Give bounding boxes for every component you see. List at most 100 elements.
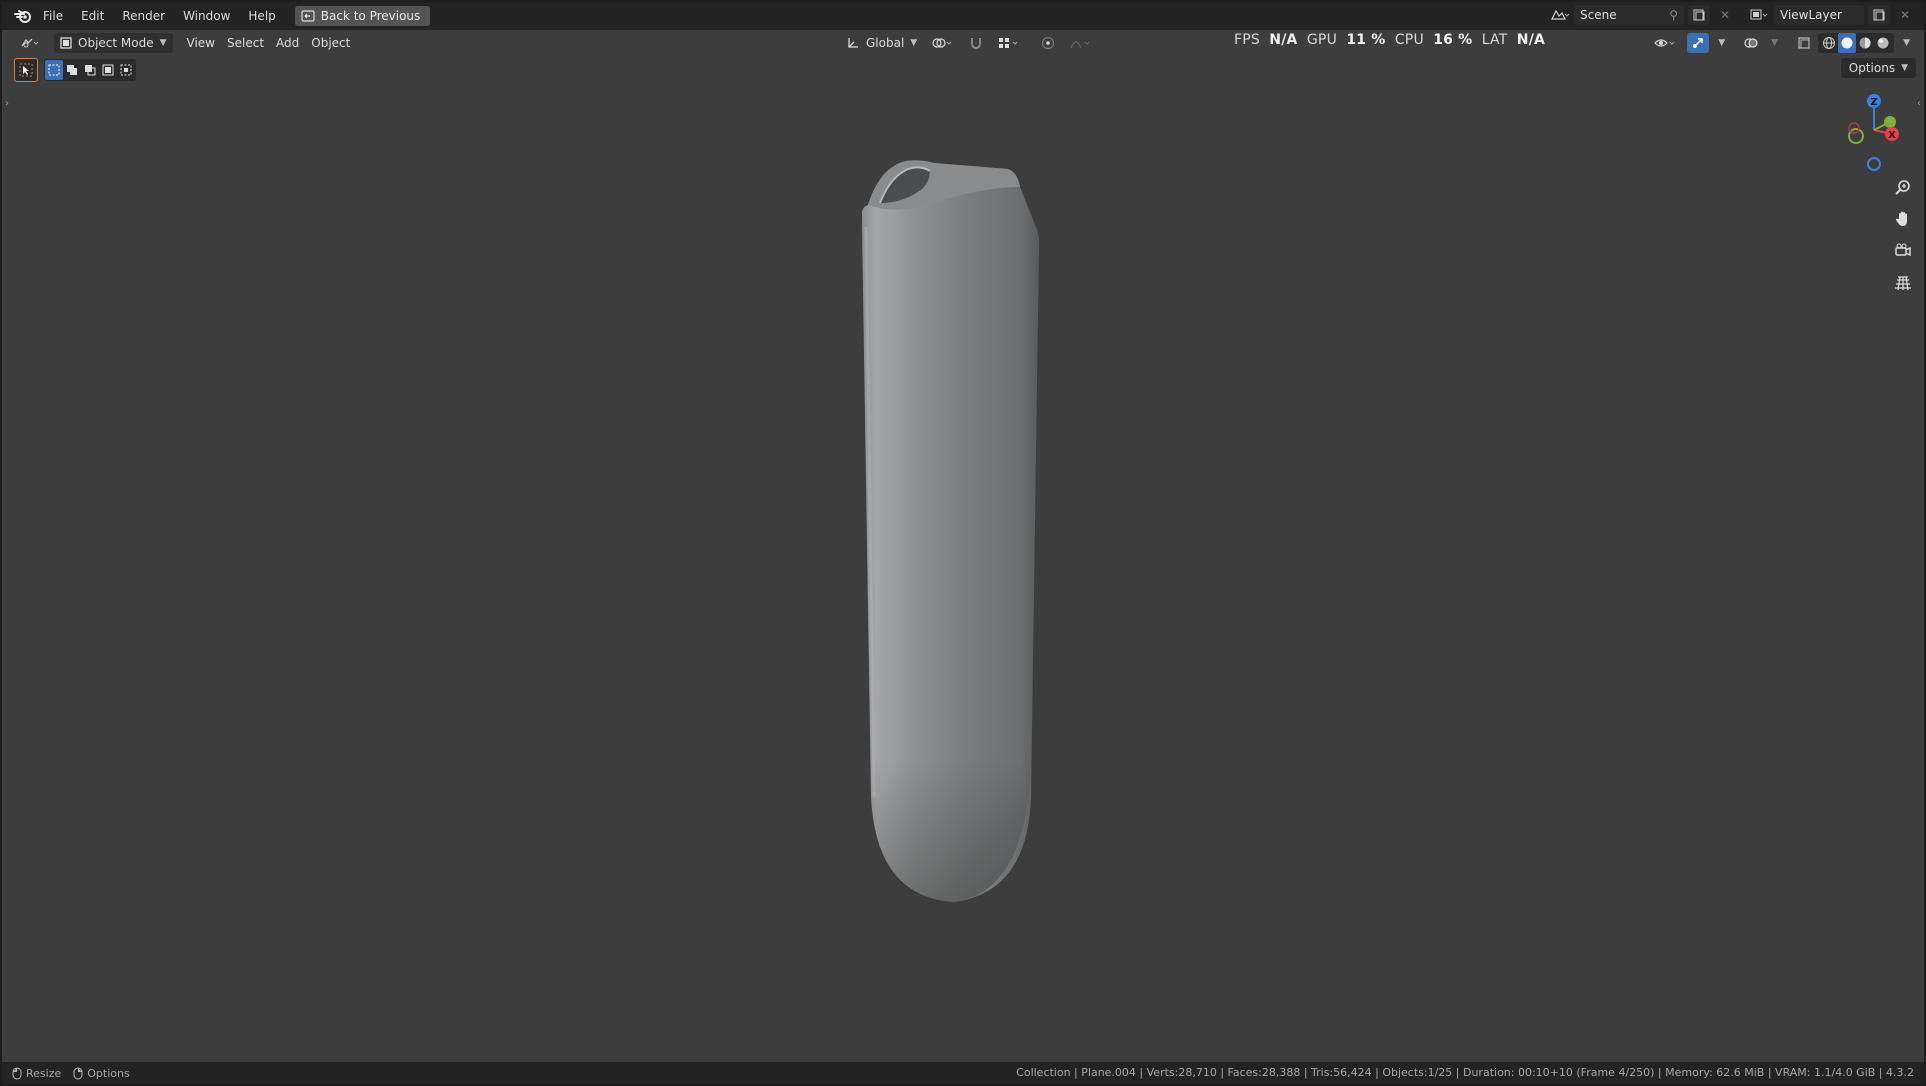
pivot-point-icon[interactable] <box>925 33 961 53</box>
rendered-shading-icon[interactable] <box>1874 33 1892 53</box>
top-menu-bar: File Edit Render Window Help Back to Pre… <box>2 2 1924 30</box>
chevron-down-icon: ▼ <box>1901 63 1908 73</box>
transform-tools: Global ▼ <box>840 33 1099 53</box>
menu-window[interactable]: Window <box>174 5 239 27</box>
visibility-eye-icon[interactable] <box>1648 33 1684 53</box>
status-hint-resize: Resize <box>12 1067 61 1080</box>
options-label: Options <box>1848 61 1896 75</box>
transform-orientation-dropdown[interactable]: Global ▼ <box>840 33 923 53</box>
gizmo-y-icon <box>1884 116 1896 128</box>
gizmo-toggle-icon[interactable] <box>1687 33 1710 53</box>
selection-mode-group <box>44 59 136 81</box>
status-options-label: Options <box>87 1066 130 1080</box>
select-tool-icon[interactable] <box>14 58 38 82</box>
object-mode-label: Object Mode <box>78 36 154 50</box>
xray-toggle-icon[interactable] <box>1793 33 1815 53</box>
orientation-axes-icon <box>848 38 858 48</box>
tool-settings-row <box>14 58 136 82</box>
status-bar: Resize Options Collection | Plane.004 | … <box>2 1062 1924 1084</box>
viewport-header: Object Mode ▼ View Select Add Object Glo… <box>2 30 1924 56</box>
select-subtract-icon[interactable] <box>81 60 99 80</box>
gizmo-y-neg-icon <box>1848 128 1864 144</box>
chevron-down-icon: ▼ <box>159 38 167 48</box>
gpu-label: GPU <box>1306 32 1338 48</box>
scene-statistics: Collection | Plane.004 | Verts:28,710 | … <box>1016 1066 1914 1079</box>
blender-logo-icon[interactable] <box>12 5 34 27</box>
shading-dropdown-icon[interactable]: ▼ <box>1897 33 1916 53</box>
lat-label: LAT <box>1481 32 1508 48</box>
back-screen-icon <box>301 10 315 22</box>
viewlayer-name-label: ViewLayer <box>1780 8 1842 22</box>
viewlayer-browse-icon[interactable] <box>1748 5 1770 25</box>
mouse-right-icon <box>73 1067 83 1079</box>
viewport-display-tools: ▼ ▼ ▼ <box>1648 33 1916 53</box>
snap-target-icon[interactable] <box>991 33 1027 53</box>
gizmo-z-neg-icon <box>1867 157 1881 171</box>
menu-help[interactable]: Help <box>239 5 284 27</box>
camera-view-icon[interactable] <box>1890 238 1916 264</box>
mouse-left-icon <box>12 1067 22 1079</box>
shading-mode-group <box>1818 33 1895 53</box>
material-preview-icon[interactable] <box>1856 33 1874 53</box>
viewlayer-name-field[interactable]: ViewLayer <box>1774 5 1864 25</box>
lat-value: N/A <box>1516 32 1546 48</box>
proportional-edit-icon[interactable] <box>1035 33 1061 53</box>
transform-orientation-label: Global <box>866 36 905 50</box>
cpu-value: 16 % <box>1433 32 1473 48</box>
scene-browse-icon[interactable] <box>1548 5 1570 25</box>
fps-label: FPS <box>1234 32 1260 48</box>
menu-object[interactable]: Object <box>305 33 356 53</box>
new-scene-icon[interactable] <box>1688 5 1710 25</box>
gpu-value: 11 % <box>1346 32 1386 48</box>
object-mode-dropdown[interactable]: Object Mode ▼ <box>54 33 173 53</box>
gizmo-x-neg-icon <box>1848 122 1860 134</box>
performance-overlay: FPS N/A GPU 11 % CPU 16 % LAT N/A <box>1234 32 1545 48</box>
ortho-grid-icon[interactable] <box>1890 270 1916 296</box>
pin-icon[interactable]: ⚲ <box>1669 8 1678 22</box>
snap-toggle-icon[interactable] <box>963 33 989 53</box>
status-resize-label: Resize <box>26 1066 62 1080</box>
select-extend-icon[interactable] <box>63 60 81 80</box>
menu-render[interactable]: Render <box>113 5 174 27</box>
toolbar-expand-icon[interactable]: › <box>5 98 9 109</box>
wireframe-shading-icon[interactable] <box>1820 33 1838 53</box>
chevron-down-icon: ▼ <box>910 38 918 48</box>
gizmo-z-label: Z <box>1870 97 1877 108</box>
falloff-curve-icon[interactable] <box>1063 33 1099 53</box>
mesh-object-plane[interactable] <box>860 157 1046 903</box>
zoom-icon[interactable] <box>1890 174 1916 200</box>
solid-shading-icon[interactable] <box>1838 33 1857 53</box>
scene-name-field[interactable]: Scene ⚲ <box>1574 5 1684 25</box>
gizmo-x-label: X <box>1888 130 1896 141</box>
back-to-previous-button[interactable]: Back to Previous <box>294 6 431 26</box>
options-dropdown[interactable]: Options ▼ <box>1840 58 1916 78</box>
menu-select[interactable]: Select <box>221 33 270 53</box>
pan-hand-icon[interactable] <box>1890 206 1916 232</box>
sidebar-expand-icon[interactable]: ‹ <box>1917 98 1921 109</box>
delete-viewlayer-icon[interactable]: ✕ <box>1894 5 1916 25</box>
menu-view[interactable]: View <box>181 33 221 53</box>
status-hints: Resize Options <box>12 1067 130 1080</box>
overlays-toggle-icon[interactable] <box>1740 33 1762 53</box>
menu-add[interactable]: Add <box>270 33 305 53</box>
navigation-gizmo[interactable]: X Z <box>1832 90 1902 180</box>
viewport-navigation <box>1890 174 1916 296</box>
select-new-icon[interactable] <box>45 60 63 80</box>
back-to-previous-label: Back to Previous <box>320 9 421 23</box>
new-viewlayer-icon[interactable] <box>1868 5 1890 25</box>
select-invert-icon[interactable] <box>99 60 117 80</box>
menu-file[interactable]: File <box>34 5 72 27</box>
select-intersect-icon[interactable] <box>117 60 135 80</box>
object-mode-icon <box>60 37 72 49</box>
scene-name-label: Scene <box>1580 8 1617 22</box>
editor-type-icon[interactable] <box>14 33 46 53</box>
scene-viewlayer-controls: Scene ⚲ ✕ ViewLayer ✕ <box>1548 5 1916 25</box>
blender-window: File Edit Render Window Help Back to Pre… <box>2 2 1924 1084</box>
menu-edit[interactable]: Edit <box>72 5 113 27</box>
gizmo-dropdown-icon[interactable]: ▼ <box>1712 33 1731 53</box>
cpu-label: CPU <box>1394 32 1424 48</box>
fps-value: N/A <box>1269 32 1298 48</box>
delete-scene-icon[interactable]: ✕ <box>1714 5 1736 25</box>
status-hint-options: Options <box>73 1066 130 1080</box>
overlays-dropdown-icon[interactable]: ▼ <box>1765 33 1784 53</box>
